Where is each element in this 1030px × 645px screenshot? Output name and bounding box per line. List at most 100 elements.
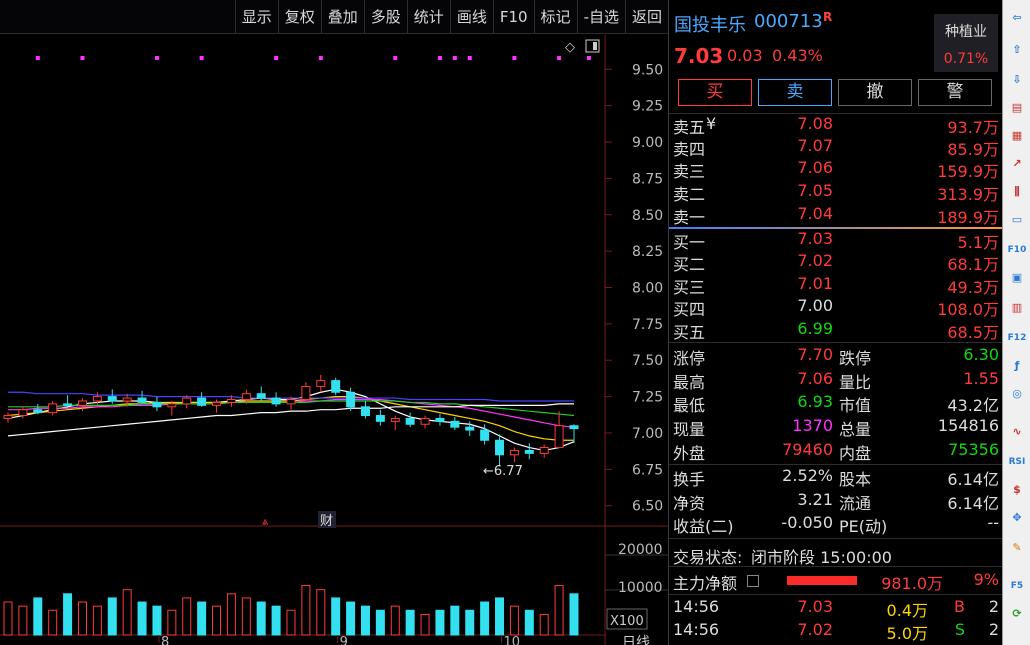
signal-dot [512, 56, 517, 60]
arrow-left-icon[interactable]: ⇦ [1007, 8, 1027, 28]
volume-bar [435, 609, 445, 636]
volume-bar [271, 605, 281, 636]
f12-icon[interactable]: F12 [1007, 328, 1027, 348]
volume-bar [152, 605, 162, 636]
volume-bar [495, 597, 505, 636]
volume-bar [137, 601, 147, 636]
diamond-icon[interactable]: ◇ [565, 40, 575, 55]
toolbar-multistock-button[interactable]: 多股 [363, 0, 407, 34]
price-tick-label: 9.50 [632, 62, 663, 78]
main-force-row: 主力净额 981.0万 9% [673, 570, 999, 593]
toolbar-remove-watchlist-button[interactable]: -自选 [576, 0, 625, 34]
rsi-icon[interactable]: RSI [1007, 452, 1027, 472]
period-label[interactable]: 日线 [622, 635, 650, 645]
volume-bar [226, 593, 236, 636]
volume-bar [554, 585, 564, 636]
volume-bar [375, 609, 385, 636]
volume-bar [524, 609, 534, 636]
signal-dot [80, 56, 85, 60]
pencil-icon[interactable]: ✎ [1007, 538, 1027, 558]
refresh-icon[interactable]: ⟳ [1007, 604, 1027, 624]
fund-row-nav: 净资 3.21 流通 6.14亿 [673, 490, 999, 513]
toolbar-stats-button[interactable]: 统计 [406, 0, 450, 34]
last-price: 7.03 [674, 44, 724, 68]
candle-body [48, 403, 58, 414]
volume-bar [286, 609, 296, 636]
date-tick-label: 8 [161, 635, 169, 645]
candle-body [316, 380, 326, 387]
f10-icon[interactable]: F10 [1007, 240, 1027, 260]
toolbar-draw-button[interactable]: 画线 [449, 0, 493, 34]
news-icon[interactable]: ▣ [1007, 268, 1027, 288]
ask-row-1: 卖一 7.04 189.9万 [673, 204, 999, 227]
signal-dot [452, 56, 457, 60]
toolbar-display-button[interactable]: 显示 [234, 0, 278, 34]
candle-body [405, 417, 415, 425]
signal-dot [467, 56, 472, 60]
event-marker[interactable]: ⩓ [262, 515, 269, 528]
volume-unit-label: X100 [610, 614, 644, 629]
volume-bar [420, 613, 430, 636]
volume-bar [509, 605, 519, 636]
date-tick-label: 10 [504, 635, 521, 645]
toolbar-overlay-button[interactable]: 叠加 [320, 0, 364, 34]
quote-panel: 国投丰乐 000713 R 7.03 0.03 0.43% 种植业 0.71% … [668, 0, 1003, 645]
wave-icon[interactable]: ∿ [1007, 422, 1027, 442]
stat-row-volume: 现量 1370 总量 154816 [673, 416, 999, 439]
volume-bar [77, 601, 87, 636]
document-icon[interactable]: ▭ [1007, 210, 1027, 230]
candle-body [212, 401, 222, 406]
price-change-pct: 0.43% [772, 46, 823, 65]
sell-button[interactable]: 卖 [758, 79, 832, 106]
panel-toggle-icon[interactable] [585, 39, 600, 53]
signal-dot [274, 56, 279, 60]
volume-bar [33, 597, 43, 636]
line-chart-icon[interactable]: ↗ [1007, 154, 1027, 174]
ask-row-4: 卖四 7.07 85.9万 [673, 136, 999, 159]
main-force-bar [787, 576, 857, 585]
calendar-icon[interactable]: ▥ [1007, 298, 1027, 318]
candle-body [226, 399, 236, 403]
stat-row-low: 最低 6.93 市值 43.2亿 [673, 392, 999, 415]
cancel-order-button[interactable]: 撤 [838, 79, 912, 106]
toolbar-back-button[interactable]: 返回 [624, 0, 668, 34]
chart-toolbar: 显示 复权 叠加 多股 统计 画线 F10 标记 -自选 返回 [0, 0, 668, 34]
volume-bar [539, 613, 549, 636]
candle-body [375, 415, 385, 422]
right-tool-strip: ⇦ ⇧ ⇩ ▤ ▦ ↗ ⫼ ▭ F10 ▣ ▥ F12 ƒ ◎ ∿ RSI $ … [1002, 0, 1030, 645]
kline-svg[interactable]: 9.50 9.25 9.00 8.75 8.50 8.25 8.00 7.75 7.50 7.25… [0, 35, 668, 645]
ring-icon[interactable]: ◎ [1007, 384, 1027, 404]
candle-body [152, 401, 162, 408]
price-tick-label: 7.75 [632, 317, 663, 333]
formula-icon[interactable]: ƒ [1007, 356, 1027, 376]
candle-chart-icon[interactable]: ⫼ [1007, 182, 1027, 202]
toolbar-adjust-button[interactable]: 复权 [277, 0, 321, 34]
stock-terminal: 显示 复权 叠加 多股 统计 画线 F10 标记 -自选 返回 9.50 9.25… [0, 0, 1030, 645]
f5-icon[interactable]: F5 [1007, 576, 1027, 596]
candle-body [197, 397, 207, 406]
price-tick-label: 7.50 [632, 353, 663, 369]
finance-badge[interactable]: 财 [320, 514, 333, 529]
signal-dot [437, 56, 442, 60]
table-icon[interactable]: ▦ [1007, 126, 1027, 146]
move-icon[interactable]: ✥ [1007, 508, 1027, 528]
list-icon[interactable] [747, 575, 759, 587]
report-icon[interactable]: ▤ [1007, 98, 1027, 118]
panel-toggle-icon-fill [593, 42, 597, 50]
arrow-down-icon[interactable]: ⇩ [1007, 70, 1027, 90]
kline-chart-area[interactable]: 9.50 9.25 9.00 8.75 8.50 8.25 8.00 7.75 7.50 7.25… [0, 35, 668, 645]
sector-badge[interactable]: 种植业 0.71% [934, 14, 998, 72]
bid-row-4: 买四 7.00 108.0万 [673, 296, 999, 319]
buy-button[interactable]: 买 [678, 79, 752, 106]
toolbar-mark-button[interactable]: 标记 [533, 0, 577, 34]
tick-row: 14:56 7.03 0.4万 B 2 [673, 597, 999, 620]
volume-bar [107, 597, 117, 636]
arrow-up-icon[interactable]: ⇧ [1007, 40, 1027, 60]
toolbar-f10-button[interactable]: F10 [492, 0, 534, 34]
alert-button[interactable]: 警 [918, 79, 992, 106]
candle-body [271, 397, 281, 405]
price-tick-label: 6.50 [632, 499, 663, 515]
money-icon[interactable]: $ [1007, 480, 1027, 500]
volume-bar [92, 605, 102, 636]
price-change: 0.03 [727, 46, 763, 65]
